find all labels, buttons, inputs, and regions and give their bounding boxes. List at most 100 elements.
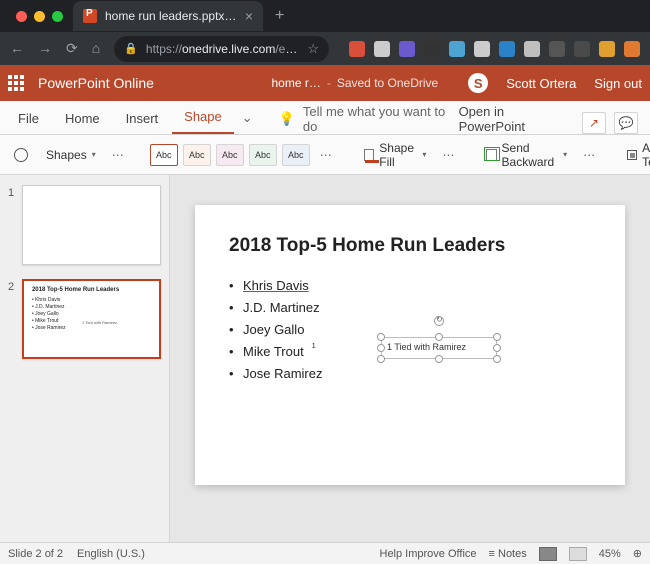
separator: - xyxy=(327,76,331,90)
extension-icon-7[interactable] xyxy=(524,41,540,57)
thumb-number: 1 xyxy=(8,185,16,265)
tab-home[interactable]: Home xyxy=(53,103,112,134)
extension-icon-9[interactable] xyxy=(574,41,590,57)
forward-icon[interactable]: → xyxy=(38,40,52,57)
extension-icon-2[interactable] xyxy=(399,41,415,57)
rotate-handle[interactable] xyxy=(434,316,444,326)
tab-shape[interactable]: Shape xyxy=(172,101,234,134)
extension-icon-3[interactable] xyxy=(424,41,440,57)
extension-icon-0[interactable] xyxy=(349,41,365,57)
shape-fill-button[interactable]: Shape Fill▾ xyxy=(358,137,433,173)
thumb-number: 2 xyxy=(8,279,16,359)
comments-button[interactable]: 💬 xyxy=(614,112,638,134)
tab-file[interactable]: File xyxy=(6,103,51,134)
ribbon-share-buttons: ↗ 💬 xyxy=(582,112,644,134)
resize-handle-tl[interactable] xyxy=(377,333,385,341)
slide[interactable]: 2018 Top-5 Home Run Leaders •Khris Davis… xyxy=(195,205,625,485)
new-tab-button[interactable]: + xyxy=(263,7,296,25)
close-tab-icon[interactable]: × xyxy=(245,8,253,24)
tell-me-search[interactable]: 💡 Tell me what you want to do xyxy=(279,104,457,134)
slide-list-item[interactable]: •Jose Ramirez xyxy=(229,363,591,385)
minimize-window-dot[interactable] xyxy=(34,11,45,22)
extension-icon-4[interactable] xyxy=(449,41,465,57)
browser-tab[interactable]: home run leaders.pptx - Micro × xyxy=(73,1,263,31)
alt-text-button[interactable]: Alt Text xyxy=(621,137,650,173)
extension-icon-8[interactable] xyxy=(549,41,565,57)
browser-address-bar: ← → ⟳ ⌂ 🔒 https://onedrive.live.com/edit… xyxy=(0,32,650,65)
fill-icon xyxy=(364,149,375,161)
resize-handle-br[interactable] xyxy=(493,355,501,363)
selected-textbox[interactable]: 1 Tied with Ramirez xyxy=(381,337,497,359)
extension-icon-10[interactable] xyxy=(599,41,615,57)
resize-handle-bm[interactable] xyxy=(435,355,443,363)
help-improve-link[interactable]: Help Improve Office xyxy=(380,548,477,560)
slide-thumbnails: 1 2 2018 Top-5 Home Run Leaders • Khris … xyxy=(0,175,170,542)
fit-to-window-icon[interactable]: ⊕ xyxy=(633,547,642,560)
document-title-area: home r… - Saved to OneDrive xyxy=(271,76,438,90)
more-shapes[interactable]: ⋯ xyxy=(108,148,130,162)
document-name[interactable]: home r… xyxy=(271,76,320,90)
open-in-powerpoint[interactable]: Open in PowerPoint xyxy=(459,104,570,134)
reload-icon[interactable]: ⟳ xyxy=(66,40,78,57)
style-swatch-2[interactable]: Abc xyxy=(183,144,211,166)
share-button[interactable]: ↗ xyxy=(582,112,606,134)
thumbnail-slide-1[interactable] xyxy=(22,185,161,265)
extension-icon-5[interactable] xyxy=(474,41,490,57)
thumbnail-slide-2[interactable]: 2018 Top-5 Home Run Leaders • Khris Davi… xyxy=(22,279,161,359)
thumb-row-1[interactable]: 1 xyxy=(0,185,169,265)
nav-buttons: ← → ⟳ ⌂ xyxy=(10,40,100,57)
home-icon[interactable]: ⌂ xyxy=(92,40,100,57)
slide-title[interactable]: 2018 Top-5 Home Run Leaders xyxy=(229,235,591,257)
sign-out-link[interactable]: Sign out xyxy=(594,76,642,91)
skype-icon[interactable]: S xyxy=(468,73,488,93)
resize-handle-mr[interactable] xyxy=(493,344,501,352)
shapes-button[interactable]: Shapes▾ xyxy=(40,144,102,166)
normal-view-button[interactable] xyxy=(539,547,557,561)
shapes-dropdown[interactable] xyxy=(8,144,34,166)
style-swatches: Abc Abc Abc Abc Abc xyxy=(150,144,310,166)
style-swatch-4[interactable]: Abc xyxy=(249,144,277,166)
send-backward-button[interactable]: Send Backward▾ xyxy=(480,137,573,173)
thumb-content: 2018 Top-5 Home Run Leaders • Khris Davi… xyxy=(24,281,159,343)
resize-handle-ml[interactable] xyxy=(377,344,385,352)
alt-text-icon xyxy=(627,150,637,160)
maximize-window-dot[interactable] xyxy=(52,11,63,22)
zoom-level[interactable]: 45% xyxy=(599,548,621,560)
shape-toolbar: Shapes▾ ⋯ Abc Abc Abc Abc Abc ⋯ Shape Fi… xyxy=(0,135,650,175)
resize-handle-tr[interactable] xyxy=(493,333,501,341)
slideshow-view-button[interactable] xyxy=(569,547,587,561)
extension-icons xyxy=(349,41,640,57)
more-fill[interactable]: ⋯ xyxy=(438,148,460,162)
slide-canvas[interactable]: 2018 Top-5 Home Run Leaders •Khris Davis… xyxy=(170,175,650,542)
more-arrange[interactable]: ⋯ xyxy=(579,148,601,162)
slide-indicator[interactable]: Slide 2 of 2 xyxy=(8,548,63,560)
user-name[interactable]: Scott Ortera xyxy=(506,76,576,91)
window-controls xyxy=(6,11,73,22)
style-swatch-1[interactable]: Abc xyxy=(150,144,178,166)
more-styles[interactable]: ⋯ xyxy=(316,148,338,162)
extension-icon-1[interactable] xyxy=(374,41,390,57)
resize-handle-bl[interactable] xyxy=(377,355,385,363)
extension-icon-11[interactable] xyxy=(624,41,640,57)
tab-insert[interactable]: Insert xyxy=(114,103,171,134)
slide-list-item[interactable]: •Khris Davis xyxy=(229,275,591,297)
close-window-dot[interactable] xyxy=(16,11,27,22)
notes-toggle[interactable]: ≡ Notes xyxy=(489,548,527,560)
extension-icon-6[interactable] xyxy=(499,41,515,57)
titlebar-right: S Scott Ortera Sign out xyxy=(468,73,642,93)
back-icon[interactable]: ← xyxy=(10,40,24,57)
thumb-row-2[interactable]: 2 2018 Top-5 Home Run Leaders • Khris Da… xyxy=(0,279,169,359)
bookmark-star-icon[interactable]: ☆ xyxy=(307,41,319,57)
send-backward-icon xyxy=(486,149,496,161)
resize-handle-tm[interactable] xyxy=(435,333,443,341)
ribbon-more-chevron[interactable]: ⌄ xyxy=(236,102,259,134)
style-swatch-3[interactable]: Abc xyxy=(216,144,244,166)
app-launcher-icon[interactable] xyxy=(8,75,24,91)
url-bar[interactable]: 🔒 https://onedrive.live.com/edit.aspx?re… xyxy=(114,36,329,62)
slide-list[interactable]: •Khris Davis•J.D. Martinez•Joey Gallo•Mi… xyxy=(229,275,591,385)
language-indicator[interactable]: English (U.S.) xyxy=(77,548,145,560)
slide-list-item[interactable]: •J.D. Martinez xyxy=(229,297,591,319)
browser-tab-strip: home run leaders.pptx - Micro × + xyxy=(0,0,650,32)
style-swatch-5[interactable]: Abc xyxy=(282,144,310,166)
lock-icon: 🔒 xyxy=(124,42,138,55)
